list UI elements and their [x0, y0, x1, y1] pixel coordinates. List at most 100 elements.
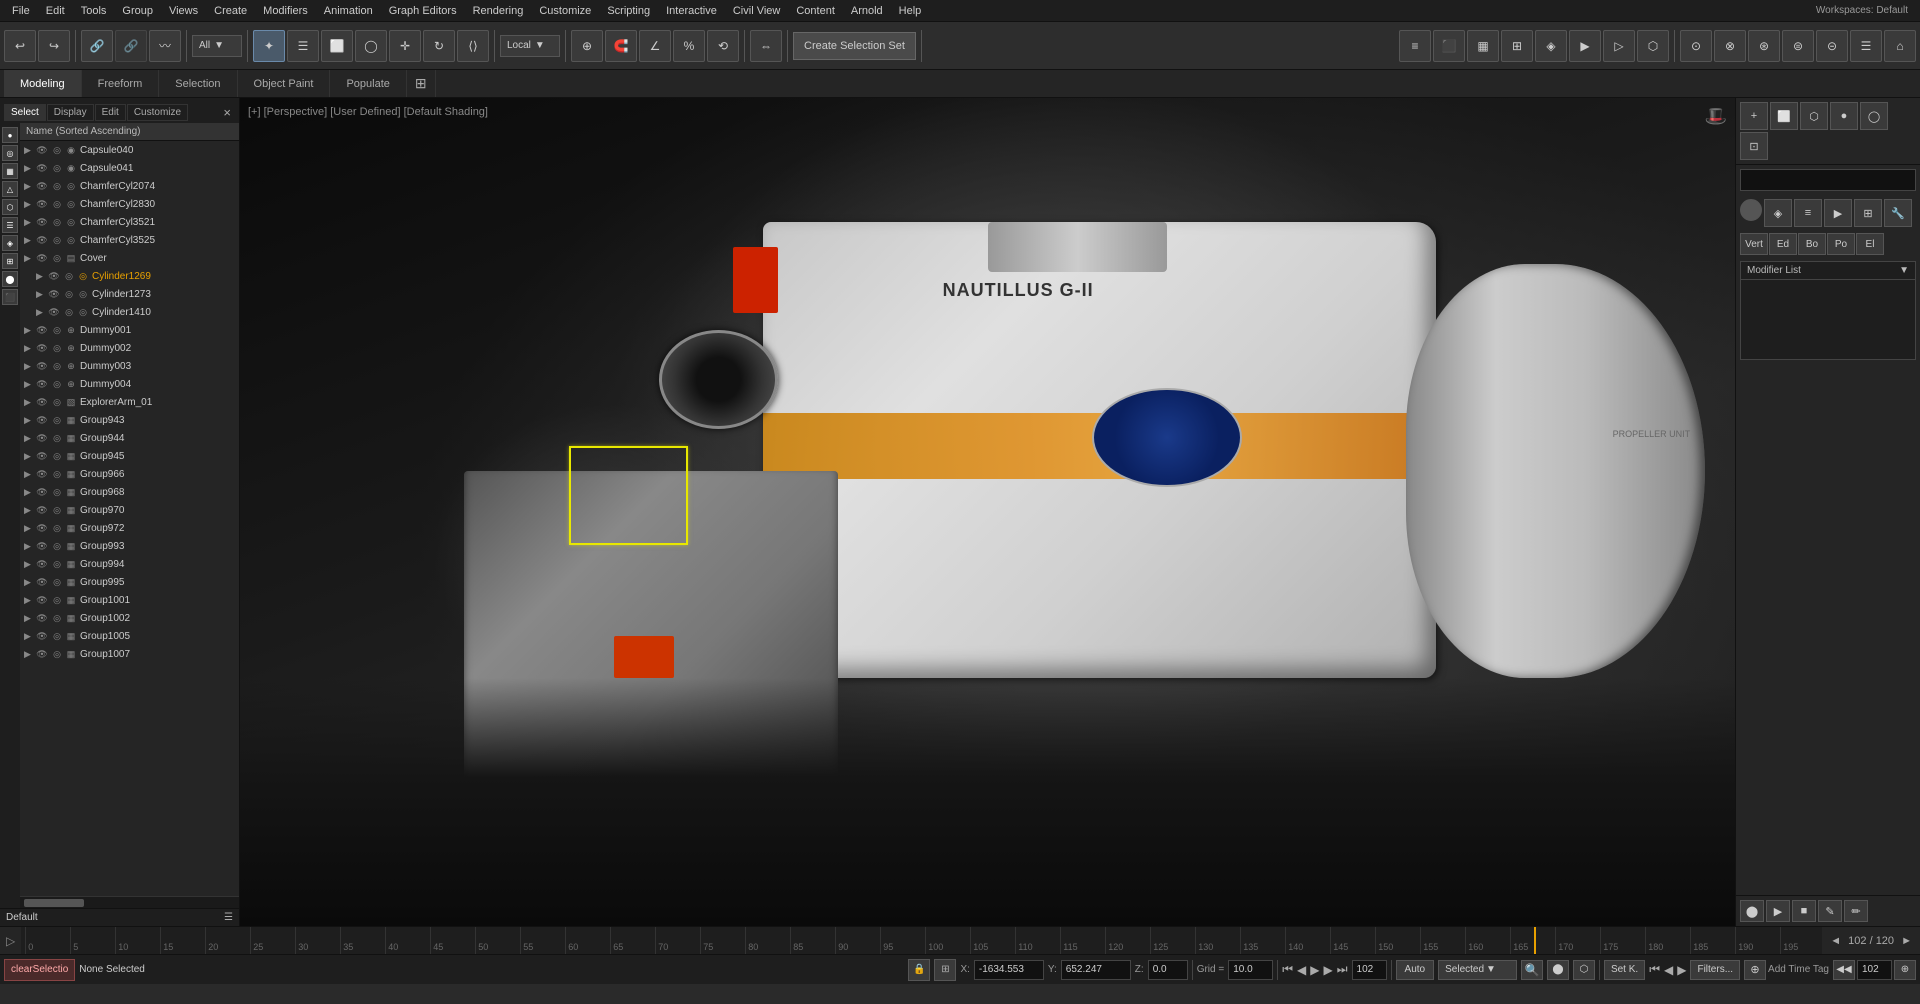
scene-item[interactable]: ▶ 👁 ◎ ◎ ChamferCyl2074 — [20, 177, 239, 195]
menu-item-scripting[interactable]: Scripting — [599, 3, 658, 19]
key-ctrl-1[interactable]: ⏮ — [1649, 962, 1660, 977]
time-tag-icon[interactable]: ⊕ — [1744, 960, 1766, 980]
auto-key-button[interactable]: Auto — [1396, 960, 1435, 980]
modifier-list-dropdown[interactable]: Modifier List ▼ — [1740, 261, 1916, 280]
bind-space-warp-button[interactable]: 〰 — [149, 30, 181, 62]
timeline-ruler[interactable]: 0510152025303540455055606570758085909510… — [21, 927, 1822, 954]
modifier-anim-btn[interactable]: ▶ — [1824, 199, 1852, 227]
mod-tool-5[interactable]: ✏ — [1844, 900, 1868, 922]
scene-explorer-button[interactable]: ≡ — [1399, 30, 1431, 62]
scene-item[interactable]: ▶ 👁 ◎ ◎ Cylinder1269 — [20, 267, 239, 285]
tab-modeling[interactable]: Modeling — [4, 70, 82, 97]
rp-btn-3[interactable]: ⬡ — [1800, 102, 1828, 130]
object-type-icon-3[interactable]: ▦ — [2, 163, 18, 179]
scene-item[interactable]: ▶ 👁 ◎ ▦ Group1005 — [20, 627, 239, 645]
extra-tool-1[interactable]: ⊙ — [1680, 30, 1712, 62]
tab-extra[interactable]: ⊞ — [407, 70, 436, 97]
object-type-icon-5[interactable]: ⬡ — [2, 199, 18, 215]
subobj-btn-5[interactable]: El — [1856, 233, 1884, 255]
rp-btn-2[interactable]: ⬜ — [1770, 102, 1798, 130]
explorer-tab-select[interactable]: Select — [4, 104, 46, 121]
modifier-subobj-btn[interactable]: ◈ — [1764, 199, 1792, 227]
playback-first-frame[interactable]: ⏮ — [1282, 962, 1293, 977]
subobj-btn-3[interactable]: Bo — [1798, 233, 1826, 255]
key-filter-btn-1[interactable]: ⬤ — [1547, 960, 1569, 980]
scene-item[interactable]: ▶ 👁 ◎ ▦ Group943 — [20, 411, 239, 429]
menu-item-customize[interactable]: Customize — [531, 3, 599, 19]
subobj-btn-2[interactable]: Ed — [1769, 233, 1797, 255]
magnify-btn[interactable]: 🔍 — [1521, 960, 1543, 980]
select-object-button[interactable]: ✦ — [253, 30, 285, 62]
scene-item[interactable]: ▶ 👁 ◎ ▦ Group972 — [20, 519, 239, 537]
scene-item[interactable]: ▶ 👁 ◎ ▦ Group1007 — [20, 645, 239, 663]
scene-item[interactable]: ▶ 👁 ◎ ⊕ Dummy002 — [20, 339, 239, 357]
menu-item-animation[interactable]: Animation — [316, 3, 381, 19]
key-ctrl-2[interactable]: ◀ — [1664, 963, 1673, 977]
object-type-icon-10[interactable]: ⬛ — [2, 289, 18, 305]
scene-sort-header[interactable]: Name (Sorted Ascending) — [20, 123, 239, 141]
scene-item[interactable]: ▶ 👁 ◎ ⊕ Dummy003 — [20, 357, 239, 375]
filter-dropdown[interactable]: All ▼ — [192, 35, 242, 57]
mod-tool-2[interactable]: ▶ — [1766, 900, 1790, 922]
scene-item[interactable]: ▶ 👁 ◎ ⊕ Dummy001 — [20, 321, 239, 339]
spinner-snap-button[interactable]: ⟲ — [707, 30, 739, 62]
object-type-icon-6[interactable]: ☰ — [2, 217, 18, 233]
pivot-button[interactable]: ⊕ — [571, 30, 603, 62]
mod-tool-4[interactable]: ✎ — [1818, 900, 1842, 922]
modifier-props-btn[interactable]: ≡ — [1794, 199, 1822, 227]
playback-play[interactable]: ▶ — [1310, 963, 1319, 977]
menu-item-file[interactable]: File — [4, 3, 38, 19]
mirror-button[interactable]: ⇔ — [750, 30, 782, 62]
redo-button[interactable]: ↪ — [38, 30, 70, 62]
time-ctrl-2[interactable]: ⊕ — [1894, 960, 1916, 980]
viewport-lock-btn[interactable]: 🔒 — [908, 959, 930, 981]
scene-hscroll[interactable] — [20, 896, 239, 908]
menu-item-help[interactable]: Help — [891, 3, 930, 19]
render-result-button[interactable]: ⬡ — [1637, 30, 1669, 62]
viewport[interactable]: [+] [Perspective] [User Defined] [Defaul… — [240, 98, 1735, 926]
scene-item[interactable]: ▶ 👁 ◎ ◎ ChamferCyl3521 — [20, 213, 239, 231]
grid-button[interactable]: ⊞ — [1501, 30, 1533, 62]
playback-prev-frame[interactable]: ◀ — [1297, 963, 1306, 977]
extra-tool-4[interactable]: ⊜ — [1782, 30, 1814, 62]
hscroll-thumb[interactable] — [24, 899, 84, 907]
scene-item[interactable]: ▶ 👁 ◎ ▤ Cover — [20, 249, 239, 267]
object-type-icon-9[interactable]: ⬤ — [2, 271, 18, 287]
rectangular-select-button[interactable]: ⬜ — [321, 30, 353, 62]
menu-item-group[interactable]: Group — [114, 3, 161, 19]
playback-next-frame[interactable]: ▶ — [1323, 963, 1332, 977]
subobj-btn-1[interactable]: Vert — [1740, 233, 1768, 255]
rotate-button[interactable]: ↻ — [423, 30, 455, 62]
extra-tool-5[interactable]: ⊝ — [1816, 30, 1848, 62]
rp-btn-4[interactable]: ● — [1830, 102, 1858, 130]
playback-last-frame[interactable]: ⏭ — [1337, 962, 1348, 977]
menu-item-views[interactable]: Views — [161, 3, 206, 19]
viewport-grid-btn[interactable]: ⊞ — [934, 959, 956, 981]
frame-input-2[interactable]: 102 — [1857, 960, 1892, 980]
menu-item-arnold[interactable]: Arnold — [843, 3, 891, 19]
scene-item[interactable]: ▶ 👁 ◎ ▦ Group1001 — [20, 591, 239, 609]
unlink-button[interactable]: 🔗 — [115, 30, 147, 62]
menu-item-graph-editors[interactable]: Graph Editors — [381, 3, 465, 19]
scene-item[interactable]: ▶ 👁 ◎ ▦ Group944 — [20, 429, 239, 447]
material-editor-button[interactable]: ◈ — [1535, 30, 1567, 62]
mod-tool-3[interactable]: ■ — [1792, 900, 1816, 922]
rp-btn-6[interactable]: ⊡ — [1740, 132, 1768, 160]
modifier-util-btn[interactable]: 🔧 — [1884, 199, 1912, 227]
tab-selection[interactable]: Selection — [159, 70, 237, 97]
scene-item[interactable]: ▶ 👁 ◎ ▧ ExplorerArm_01 — [20, 393, 239, 411]
scene-item[interactable]: ▶ 👁 ◎ ◎ ChamferCyl2830 — [20, 195, 239, 213]
create-selection-set-button[interactable]: Create Selection Set — [793, 32, 916, 60]
object-type-icon-8[interactable]: ⊞ — [2, 253, 18, 269]
layer-explorer-button[interactable]: ⬛ — [1433, 30, 1465, 62]
explorer-tab-customize[interactable]: Customize — [127, 104, 188, 121]
set-key-button[interactable]: Set K. — [1604, 960, 1645, 980]
subobj-btn-4[interactable]: Po — [1827, 233, 1855, 255]
extra-tool-6[interactable]: ☰ — [1850, 30, 1882, 62]
timeline-playhead[interactable] — [1534, 927, 1536, 954]
scene-item[interactable]: ▶ 👁 ◎ ▦ Group966 — [20, 465, 239, 483]
scene-item[interactable]: ▶ 👁 ◎ ▦ Group945 — [20, 447, 239, 465]
quick-render-button[interactable]: ▷ — [1603, 30, 1635, 62]
tab-freeform[interactable]: Freeform — [82, 70, 160, 97]
scene-layer-options[interactable]: ☰ — [224, 912, 233, 923]
